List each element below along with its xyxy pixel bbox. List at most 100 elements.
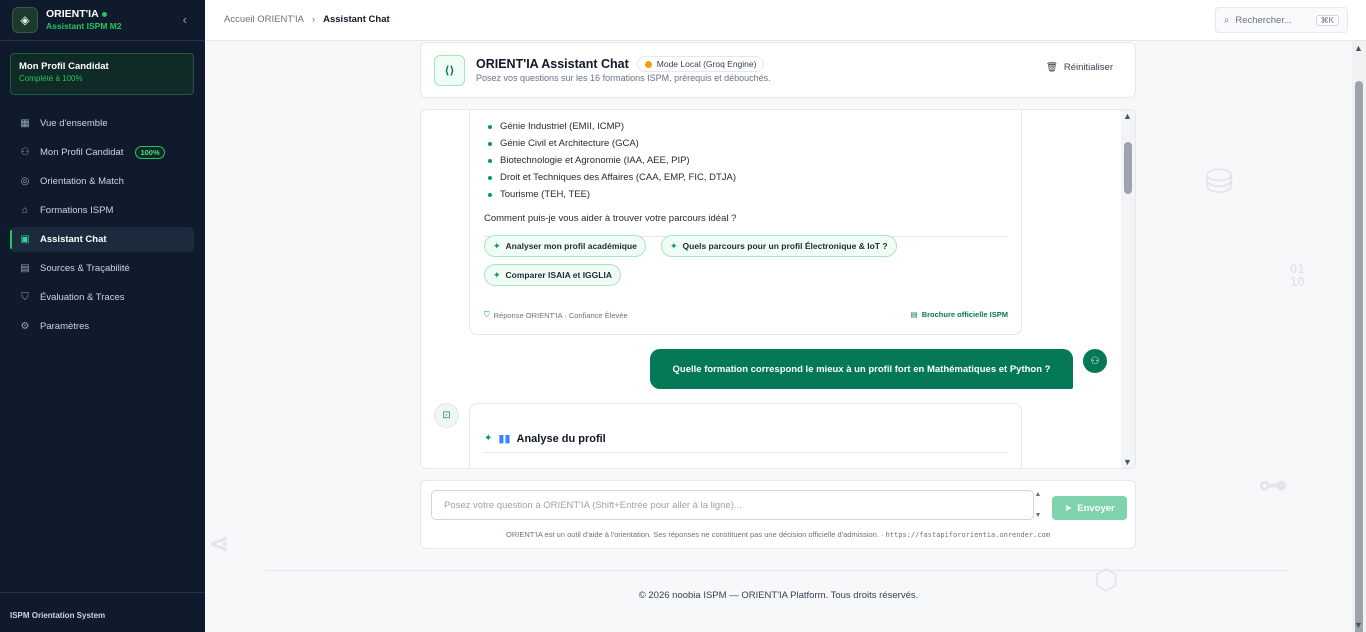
binary-icon: 01 10 [1290, 261, 1305, 289]
chat-input[interactable] [431, 490, 1034, 520]
source-link[interactable]: ▤ Brochure officielle ISPM [911, 310, 1008, 319]
scrollbar-thumb[interactable] [1124, 142, 1132, 194]
sidebar-item-label: Formations ISPM [40, 205, 114, 216]
suggestion-chip-compare[interactable]: ✦ Comparer ISAIA et IGGLIA [484, 264, 621, 286]
sidebar-item-profile[interactable]: ⚇ Mon Profil Candidat 100% [10, 140, 194, 165]
sidebar-item-label: Sources & Traçabilité [40, 263, 130, 274]
chat-icon: ⟨⟩ [434, 55, 465, 86]
scroll-up-icon[interactable]: ▲ [1123, 111, 1132, 121]
brand-name: ORIENT'IA [46, 8, 99, 21]
bot-message: ✦ ▮▮ Analyse du profil [469, 403, 1022, 468]
document-icon: ▤ [910, 310, 918, 319]
sidebar-item-label: Paramètres [40, 321, 90, 332]
chat-header: ⟨⟩ ORIENT'IA Assistant Chat Mode Local (… [420, 42, 1136, 98]
mode-status-icon [644, 60, 652, 68]
page-footer: © 2026 noobia ISPM — ORIENT'IA Platform.… [638, 590, 919, 601]
sidebar-item-label: Assistant Chat [40, 234, 107, 245]
status-badge: 100% [135, 146, 165, 159]
list-item: Génie Civil et Architecture (GCA) [488, 135, 736, 152]
sidebar-item-assistant-chat[interactable]: ▣ Assistant Chat [10, 227, 194, 252]
page-title: ORIENT'IA Assistant Chat [476, 57, 629, 71]
sparkles-icon: ✦ [493, 269, 501, 280]
scroll-up-icon[interactable]: ▲ [1354, 43, 1363, 53]
trash-icon: 🗑 [1045, 62, 1058, 73]
online-status-icon [101, 12, 107, 18]
scroll-down-icon[interactable]: ▼ [1123, 457, 1132, 467]
sidebar-nav: ▦ Vue d'ensemble ⚇ Mon Profil Candidat 1… [0, 111, 205, 339]
suggestion-chip-iot[interactable]: ✦ Quels parcours pour un profil Électron… [661, 235, 897, 257]
chevron-up-icon[interactable]: ▲ [1035, 491, 1042, 498]
profile-card[interactable]: Mon Profil Candidat Complété à 100% [10, 53, 194, 95]
list-item: Droit et Techniques des Affaires (CAA, E… [488, 169, 736, 186]
disclaimer-url: https://fastapifororientia.onrender.com [885, 531, 1050, 539]
profile-card-title: Mon Profil Candidat [19, 61, 109, 72]
sidebar-item-settings[interactable]: ⚙ Paramètres [10, 314, 194, 339]
sidebar-item-formations[interactable]: ⌂ Formations ISPM [10, 198, 194, 223]
sparkles-icon: ✦ [670, 240, 678, 251]
scroll-down-icon[interactable]: ▼ [1354, 620, 1363, 630]
sparkles-icon: ✦ [493, 240, 501, 251]
user-icon: ⚇ [20, 147, 30, 158]
mode-label: Mode Local (Groq Engine) [656, 59, 757, 69]
mode-badge: Mode Local (Groq Engine) [636, 56, 765, 72]
bot-avatar-icon: ⊡ [434, 403, 459, 428]
book-icon: ▤ [20, 263, 30, 274]
breadcrumb-home[interactable]: Accueil ORIENT'IA [224, 14, 304, 25]
analysis-title: Analyse du profil [516, 432, 606, 445]
bot-question: Comment puis-je vous aider à trouver vot… [484, 213, 737, 224]
confidence-label: ⛉ Réponse ORIENT'IA · Confiance Élevée [484, 310, 628, 320]
send-icon: ➤ [1064, 502, 1073, 514]
search-box[interactable]: ⌕ Rechercher... ⌘K [1215, 7, 1348, 33]
brand-logo-icon: ◈ [12, 7, 38, 33]
user-avatar-icon: ⚇ [1083, 349, 1107, 373]
page-subtitle: Posez vos questions sur les 16 formation… [476, 73, 771, 83]
sidebar-footer: ISPM Orientation System [0, 592, 205, 632]
shield-check-icon: ⛉ [484, 310, 490, 319]
sidebar-item-label: Orientation & Match [40, 176, 124, 187]
bot-message: Génie Industriel (EMII, ICMP) Génie Civi… [469, 110, 1022, 335]
message-scrollbar[interactable]: ▲ ▼ [1121, 110, 1135, 468]
chip-label: Quels parcours pour un profil Électroniq… [682, 241, 888, 251]
sidebar-item-orientation[interactable]: ◎ Orientation & Match [10, 169, 194, 194]
suggestion-chip-analyse[interactable]: ✦ Analyser mon profil académique [484, 235, 646, 257]
scrollbar-thumb[interactable] [1355, 81, 1363, 632]
chevron-down-icon[interactable]: ▼ [1035, 512, 1042, 519]
network-icon: ⊶ [1258, 469, 1288, 502]
formation-list: Génie Industriel (EMII, ICMP) Génie Civi… [488, 118, 736, 203]
share-icon: ⋖ [208, 528, 230, 558]
chip-label: Comparer ISAIA et IGGLIA [505, 270, 612, 280]
sidebar-item-label: Évaluation & Traces [40, 292, 125, 303]
send-button[interactable]: ➤ Envoyer [1052, 496, 1127, 520]
message-list[interactable]: Génie Industriel (EMII, ICMP) Génie Civi… [420, 109, 1136, 469]
breadcrumb: Accueil ORIENT'IA › Assistant Chat [224, 14, 390, 25]
search-icon: ⌕ [1224, 14, 1230, 26]
sidebar-item-sources[interactable]: ▤ Sources & Traçabilité [10, 256, 194, 281]
composer: ▲ ▼ ➤ Envoyer ORIENT'IA est un outil d'a… [420, 480, 1136, 549]
brand-subtitle: Assistant ISPM M2 [46, 20, 122, 31]
shield-check-icon: ⛉ [21, 292, 29, 303]
profile-card-status: Complété à 100% [19, 74, 83, 83]
sparkles-icon: ✦ [484, 433, 493, 444]
search-placeholder: Rechercher... [1235, 14, 1292, 26]
bar-chart-icon: ▮▮ [498, 433, 511, 445]
list-item: Biotechnologie et Agronomie (IAA, AEE, P… [488, 152, 736, 169]
list-item: Tourisme (TEH, TEE) [488, 186, 736, 203]
topbar: Accueil ORIENT'IA › Assistant Chat ⌕ Rec… [205, 0, 1366, 41]
reset-button[interactable]: 🗑 Réinitialiser [1046, 62, 1113, 73]
page-scrollbar[interactable]: ▲ ▼ [1352, 41, 1366, 632]
collapse-sidebar-icon[interactable]: ‹ [183, 12, 187, 27]
grid-icon: ▦ [20, 118, 30, 129]
chevron-right-icon: › [311, 14, 316, 25]
send-label: Envoyer [1077, 502, 1115, 514]
sidebar-item-evaluation[interactable]: ⛉ Évaluation & Traces [10, 285, 194, 310]
graduation-cap-icon: ⌂ [21, 205, 29, 216]
chip-label: Analyser mon profil académique [505, 241, 637, 251]
sidebar-item-label: Mon Profil Candidat [40, 147, 124, 158]
breadcrumb-current: Assistant Chat [323, 14, 390, 25]
disclaimer: ORIENT'IA est un outil d'aide à l'orient… [506, 530, 1050, 539]
search-shortcut: ⌘K [1315, 14, 1339, 26]
database-icon: ⛁ [1205, 163, 1234, 201]
brand: ◈ ORIENT'IA Assistant ISPM M2 ‹ [0, 0, 205, 40]
sidebar-item-overview[interactable]: ▦ Vue d'ensemble [10, 111, 194, 136]
input-stepper[interactable]: ▲ ▼ [1032, 491, 1044, 519]
